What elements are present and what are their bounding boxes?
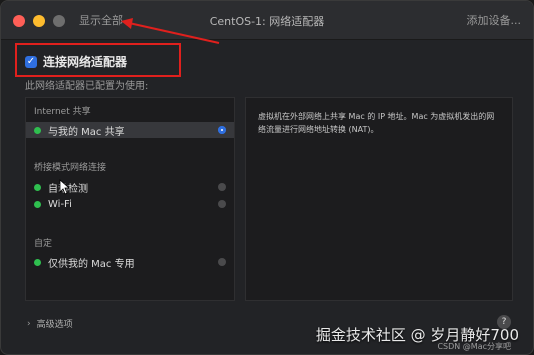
description-panel: 虚拟机在外部网络上共享 Mac 的 IP 地址。Mac 为虚拟机发出的网络流量进…: [245, 97, 513, 301]
option-wifi[interactable]: Wi-Fi: [26, 196, 234, 212]
option-private-to-mac[interactable]: 仅供我的 Mac 专用: [26, 254, 234, 270]
config-label: 此网络适配器已配置为使用:: [25, 81, 149, 92]
description-text: 虚拟机在外部网络上共享 Mac 的 IP 地址。Mac 为虚拟机发出的网络流量进…: [258, 112, 495, 134]
advanced-options-toggle[interactable]: › 高级选项: [27, 317, 73, 331]
option-label: Wi-Fi: [48, 198, 72, 210]
mouse-cursor-icon: [59, 179, 71, 195]
radio-icon[interactable]: [218, 200, 226, 208]
window-title: CentOS-1: 网络适配器: [209, 15, 325, 28]
option-autodetect[interactable]: 自动检测: [26, 179, 234, 195]
network-options-list: Internet 共享 与我的 Mac 共享 桥接模式网络连接 自动检测 Wi-…: [25, 97, 235, 301]
title-bar: 显示全部 CentOS-1: 网络适配器 添加设备...: [1, 1, 533, 40]
radio-icon[interactable]: [218, 258, 226, 266]
annotation-highlight-box: [15, 43, 181, 77]
settings-window: 显示全部 CentOS-1: 网络适配器 添加设备... ✓ 连接网络适配器 此…: [0, 0, 534, 355]
radio-icon[interactable]: [218, 183, 226, 191]
csdn-watermark: CSDN @Mac分享吧: [437, 342, 511, 351]
radio-selected-icon[interactable]: [218, 126, 226, 134]
section-header-bridge: 桥接模式网络连接: [34, 163, 107, 173]
chevron-right-icon: ›: [27, 318, 31, 329]
section-header-internet: Internet 共享: [34, 107, 91, 117]
section-header-custom: 自定: [34, 239, 53, 249]
status-dot-icon: [34, 258, 41, 266]
option-label: 与我的 Mac 共享: [48, 126, 125, 138]
status-dot-icon: [34, 183, 41, 191]
status-dot-icon: [34, 126, 41, 134]
option-label: 仅供我的 Mac 专用: [48, 258, 135, 270]
advanced-options-label: 高级选项: [36, 320, 73, 330]
option-share-with-mac[interactable]: 与我的 Mac 共享: [26, 122, 234, 138]
add-device-button[interactable]: 添加设备...: [467, 12, 522, 28]
status-dot-icon: [34, 200, 41, 208]
